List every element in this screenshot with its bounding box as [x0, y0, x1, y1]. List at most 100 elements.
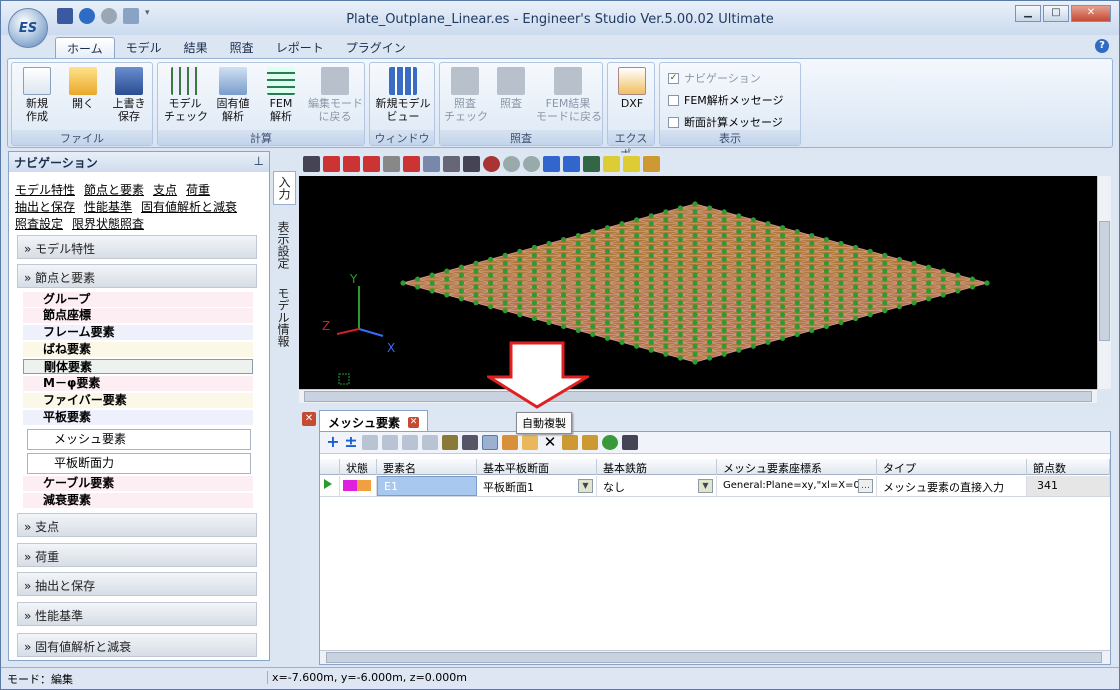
section-extract[interactable]: » 抽出と保存: [17, 572, 257, 596]
move-up-icon[interactable]: [362, 435, 378, 450]
vtab-display-settings[interactable]: 表示設定: [273, 217, 294, 273]
fem-message-checkbox[interactable]: FEM解析メッセージ: [668, 92, 784, 108]
merge-icon[interactable]: [402, 435, 418, 450]
nav-item-frame[interactable]: フレーム要素: [23, 325, 253, 340]
nav-item-mesh[interactable]: メッシュ要素: [27, 429, 251, 450]
new-model-view-button[interactable]: 新規モデル ビュー: [374, 67, 432, 123]
scroll-thumb[interactable]: [1099, 221, 1110, 341]
nav-item-fiber[interactable]: ファイバー要素: [23, 393, 253, 408]
filter-icon[interactable]: [582, 435, 598, 450]
target-icon[interactable]: [483, 156, 500, 172]
fem-result-mode-button[interactable]: FEM結果 モードに戻る: [536, 67, 602, 123]
col-base-section[interactable]: 基本平板断面: [477, 459, 597, 475]
link-verify-settings[interactable]: 照査設定: [15, 217, 63, 231]
chevron-down-icon[interactable]: ▾: [145, 8, 161, 24]
save-icon[interactable]: [57, 8, 73, 24]
nav-item-spring[interactable]: ばね要素: [23, 342, 253, 357]
back-icon[interactable]: [503, 156, 520, 172]
add-icon[interactable]: +: [326, 434, 340, 450]
print-preview-icon[interactable]: [123, 8, 139, 24]
tab-model[interactable]: モデル: [115, 37, 173, 58]
new-button[interactable]: 新規 作成: [16, 67, 58, 123]
chevron-down-icon[interactable]: ▼: [578, 479, 593, 493]
save-button[interactable]: 上書き 保存: [108, 67, 150, 123]
section-perf[interactable]: » 性能基準: [17, 602, 257, 626]
cube-icon[interactable]: [323, 156, 340, 172]
nav-item-plate[interactable]: 平板要素: [23, 410, 253, 425]
verify-button[interactable]: 照査: [490, 67, 532, 110]
pin-icon[interactable]: ⊥: [254, 154, 264, 168]
copy-icon[interactable]: [502, 435, 518, 450]
link-model-props[interactable]: モデル特性: [15, 183, 75, 197]
section-eigen[interactable]: » 固有値解析と減衰: [17, 633, 257, 657]
rotate-icon[interactable]: [463, 156, 480, 172]
col-element-name[interactable]: 要素名: [377, 459, 477, 475]
link-eigen[interactable]: 固有値解析と減衰: [141, 200, 237, 214]
help-icon[interactable]: ?: [1095, 39, 1109, 53]
tab-verify[interactable]: 照査: [219, 37, 265, 58]
col-status[interactable]: 状態: [340, 459, 377, 475]
nav-item-rigid[interactable]: 剛体要素: [23, 359, 253, 374]
delete-icon[interactable]: ✕: [542, 435, 558, 450]
scroll-thumb[interactable]: [326, 652, 1102, 663]
nav-checkbox[interactable]: ✓ ナビゲーション: [668, 70, 761, 86]
eigen-button[interactable]: 固有値 解析: [212, 67, 254, 123]
section-nodes[interactable]: » 節点と要素: [17, 264, 257, 288]
grid-settings-icon[interactable]: [622, 435, 638, 450]
link-support[interactable]: 支点: [153, 183, 177, 197]
cube-wire-icon[interactable]: [383, 156, 400, 172]
app-logo[interactable]: ES: [8, 8, 48, 48]
verify-check-button[interactable]: 照査 チェック: [444, 67, 488, 123]
shot-icon[interactable]: [543, 156, 560, 172]
element-name-input[interactable]: E1: [377, 476, 477, 496]
tab-report[interactable]: レポート: [265, 37, 335, 58]
zoom-in-icon[interactable]: [403, 156, 420, 172]
move-down-icon[interactable]: [382, 435, 398, 450]
view-horizontal-scrollbar[interactable]: [299, 389, 1097, 403]
link-perf[interactable]: 性能基準: [84, 200, 132, 214]
rebar-select[interactable]: なし ▼: [597, 476, 717, 496]
forward-icon[interactable]: [523, 156, 540, 172]
vtab-model-info[interactable]: モデル情報: [273, 283, 294, 351]
view-vertical-scrollbar[interactable]: [1097, 176, 1111, 389]
tab-home[interactable]: ホーム: [55, 37, 115, 58]
zoom-out-icon[interactable]: [423, 156, 440, 172]
table-icon[interactable]: [442, 435, 458, 450]
nav-item-damper[interactable]: 減衰要素: [23, 493, 253, 508]
link-load[interactable]: 荷重: [186, 183, 210, 197]
section-support[interactable]: » 支点: [17, 513, 257, 537]
link-limit-state[interactable]: 限界状態照査: [72, 217, 144, 231]
link-nodes[interactable]: 節点と要素: [84, 183, 144, 197]
search-icon[interactable]: [643, 156, 660, 172]
cube-front-icon[interactable]: [343, 156, 360, 172]
scroll-thumb[interactable]: [304, 391, 1092, 402]
coord-system-cell[interactable]: General:Plane=xy,"xl=X=0.…: [717, 476, 877, 496]
col-coord-system[interactable]: メッシュ要素座標系: [717, 459, 877, 475]
open-button[interactable]: 開く: [62, 67, 104, 110]
split-icon[interactable]: [422, 435, 438, 450]
section-model-props[interactable]: » モデル特性: [17, 235, 257, 259]
section-load[interactable]: » 荷重: [17, 543, 257, 567]
find-icon[interactable]: [562, 435, 578, 450]
arrow-icon[interactable]: [443, 156, 460, 172]
nav-item-node-coords[interactable]: 節点座標: [23, 308, 253, 323]
select-icon[interactable]: [303, 156, 320, 172]
tab-close-icon[interactable]: ✕: [408, 417, 420, 428]
close-icon[interactable]: ✕: [302, 412, 316, 426]
minimize-button[interactable]: ▁: [1015, 5, 1041, 22]
nav-item-plate-force[interactable]: 平板断面力: [27, 453, 251, 474]
col-base-rebar[interactable]: 基本鉄筋: [597, 459, 717, 475]
model-view[interactable]: Y X Z: [299, 176, 1097, 389]
undo-icon[interactable]: [79, 8, 95, 24]
ellipsis-icon[interactable]: …: [858, 479, 873, 493]
vtab-input[interactable]: 入力: [273, 171, 296, 205]
redo-icon[interactable]: [101, 8, 117, 24]
col-node-count[interactable]: 節点数: [1027, 459, 1110, 475]
col-type[interactable]: タイプ: [877, 459, 1027, 475]
auto-copy-icon[interactable]: [482, 435, 498, 450]
paste-icon[interactable]: [522, 435, 538, 450]
nav-item-group[interactable]: グループ: [23, 292, 253, 307]
table-row[interactable]: E1 平板断面1 ▼ なし ▼ General:Plane=xy,"xl=X=0.……: [320, 476, 1110, 497]
grid-horizontal-scrollbar[interactable]: [320, 650, 1110, 664]
nav-item-m-phi[interactable]: M－φ要素: [23, 376, 253, 391]
